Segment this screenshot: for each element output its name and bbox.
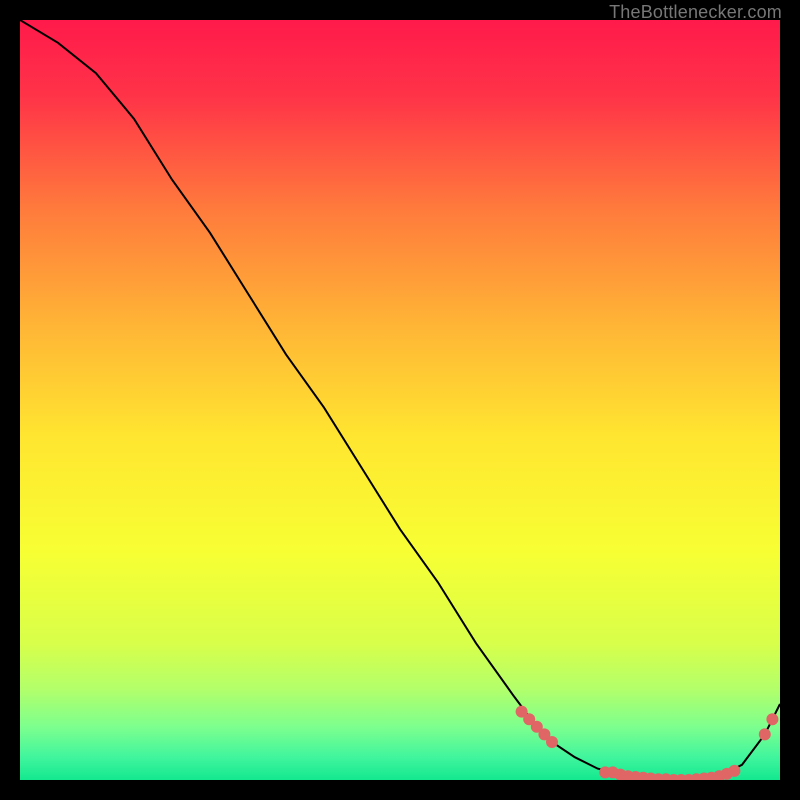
data-marker xyxy=(766,713,778,725)
data-marker xyxy=(728,765,740,777)
data-marker xyxy=(546,736,558,748)
gradient-rect xyxy=(20,20,780,780)
data-marker xyxy=(759,728,771,740)
plot-area xyxy=(20,20,780,780)
chart-container: TheBottlenecker.com xyxy=(0,0,800,800)
chart-svg xyxy=(20,20,780,780)
